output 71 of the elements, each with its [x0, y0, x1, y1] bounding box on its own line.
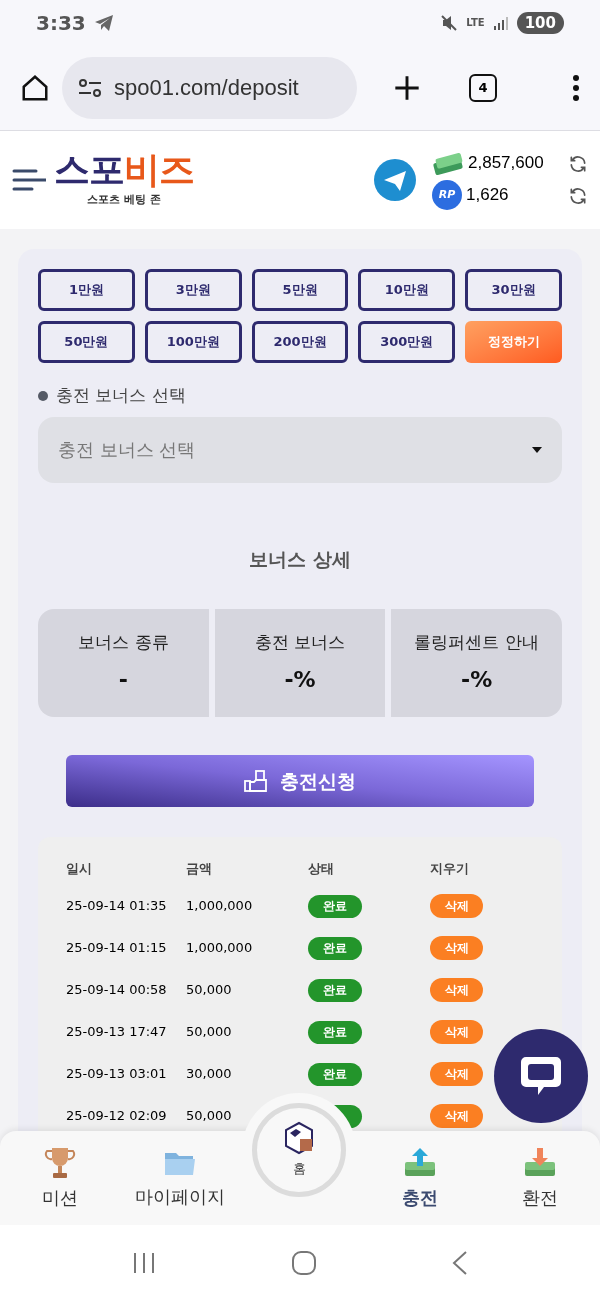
signal-icon: [492, 14, 509, 31]
status-badge: 완료: [308, 936, 362, 960]
status-badge: 완료: [308, 978, 362, 1002]
amount-button[interactable]: 30만원: [465, 269, 562, 311]
apply-button[interactable]: 충전신청: [66, 755, 534, 807]
money-balance: 2,857,600: [468, 152, 544, 175]
home-logo-icon: [282, 1121, 316, 1156]
cash-icon: [432, 150, 464, 176]
refresh-icon[interactable]: [568, 154, 588, 174]
amount-cell-text: 50,000: [186, 1107, 233, 1126]
date-cell-text: 25-09-14 01:15: [66, 939, 168, 958]
mute-icon: [440, 13, 459, 32]
date-cell-text: 25-09-14 01:35: [66, 897, 168, 916]
amount-cell-text: 30,000: [186, 1065, 233, 1084]
status-badge: 완료: [308, 1020, 362, 1044]
column-header: 일시: [66, 860, 93, 879]
bonus-detail-value: -%: [461, 666, 493, 695]
amount-cell-text: 1,000,000: [186, 939, 254, 958]
tab-count-button[interactable]: 4: [469, 73, 497, 102]
nav-item[interactable]: 미션: [0, 1131, 120, 1225]
address-bar[interactable]: spo01.com/deposit: [62, 56, 357, 119]
hand-card-icon: [244, 769, 268, 793]
amount-button[interactable]: 10만원: [358, 269, 456, 311]
bonus-detail-value: -%: [284, 666, 316, 695]
status-badge: 완료: [308, 1062, 362, 1086]
bonus-detail-label: 충전 보너스: [254, 630, 346, 654]
telegram-button-icon[interactable]: [374, 159, 416, 201]
nav-item[interactable]: 환전: [480, 1131, 600, 1225]
nav-item[interactable]: 마이페이지: [120, 1131, 240, 1225]
column-header: 상태: [308, 860, 335, 879]
logo-tagline: 스포츠 베팅 존: [87, 191, 162, 208]
amount-button[interactable]: 300만원: [358, 321, 456, 363]
battery-level: 100: [516, 11, 564, 34]
refresh-icon[interactable]: [568, 186, 588, 206]
column-header: 지우기: [430, 860, 470, 879]
more-icon[interactable]: [572, 73, 580, 102]
site-settings-icon: [78, 77, 102, 98]
amount-cell-text: 1,000,000: [186, 897, 254, 916]
bonus-detail-label: 보너스 종류: [78, 630, 169, 654]
date-cell-text: 25-09-12 02:09: [66, 1107, 168, 1126]
back-icon[interactable]: [451, 1249, 469, 1276]
amount-cell-text: 50,000: [186, 1023, 233, 1042]
clock: 3:33: [36, 9, 86, 37]
bonus-select-label: 충전 보너스 선택: [56, 384, 186, 407]
site-logo[interactable]: 스포비즈: [54, 151, 195, 188]
amount-button[interactable]: 100만원: [144, 321, 242, 363]
network-label: LTE: [466, 17, 485, 28]
bullet-icon: [38, 390, 48, 401]
amount-cell-text: 50,000: [186, 981, 233, 1000]
trophy-icon: [44, 1145, 76, 1180]
points-balance: 1,626: [466, 184, 509, 207]
bonus-detail-value: -: [118, 666, 128, 695]
status-badge: 완료: [308, 894, 362, 918]
url-text: spo01.com/deposit: [114, 74, 299, 102]
amount-button[interactable]: 5만원: [251, 269, 349, 311]
amount-button[interactable]: 50만원: [38, 321, 135, 363]
points-badge: RP: [432, 180, 462, 210]
amount-button[interactable]: 1만원: [38, 269, 135, 311]
date-cell-text: 25-09-13 17:47: [66, 1023, 168, 1042]
column-header: 금액: [186, 860, 213, 879]
recent-apps-icon[interactable]: [131, 1250, 157, 1275]
nav-item[interactable]: 충전: [360, 1131, 480, 1225]
caret-icon: [532, 446, 542, 453]
telegram-icon: [93, 13, 114, 32]
bonus-detail-label: 롤링퍼센트 안내: [414, 630, 539, 654]
plus-icon[interactable]: [393, 73, 421, 102]
date-cell-text: 25-09-13 03:01: [66, 1065, 168, 1084]
amount-button[interactable]: 3만원: [144, 269, 242, 311]
date-cell-text: 25-09-14 00:58: [66, 981, 168, 1000]
amount-button[interactable]: 200만원: [251, 321, 349, 363]
bonus-detail-title: 보너스 상세: [249, 546, 351, 572]
